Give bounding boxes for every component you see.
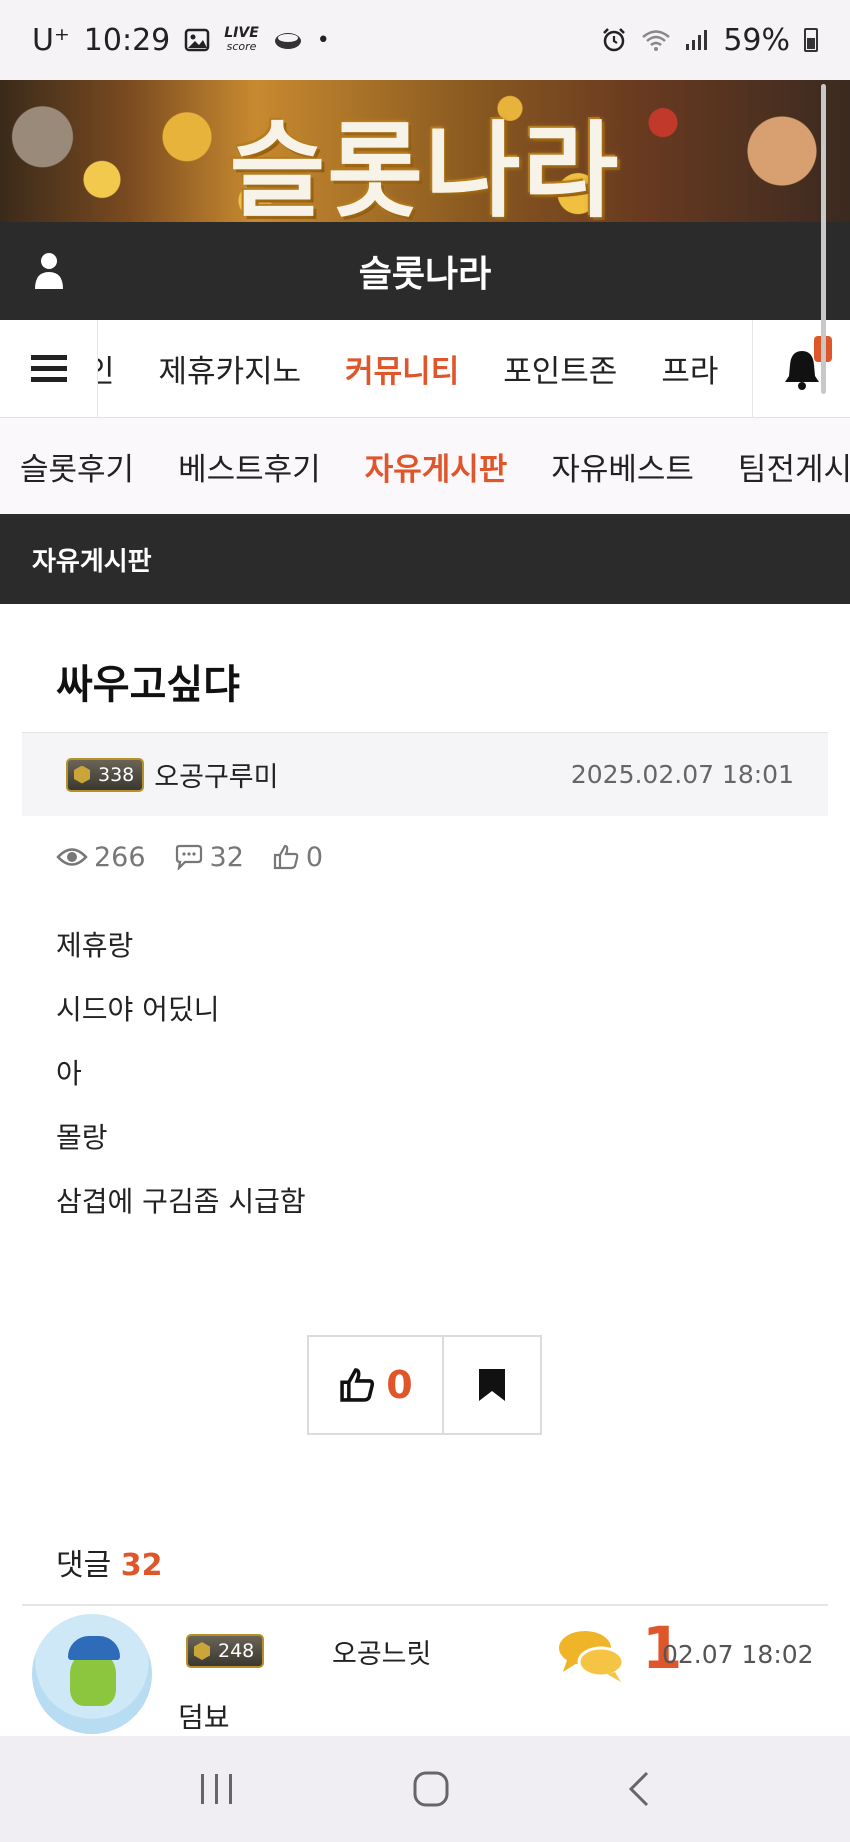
hamburger-icon — [30, 354, 67, 382]
post-body-line: 몰랑 — [56, 1121, 108, 1154]
post-body: 제휴랑 시드야 어딨니 아 몰랑 삼겹에 구김좀 시급함 — [56, 922, 306, 1242]
banner-logo: 슬롯나라 — [229, 110, 621, 222]
commenter-name[interactable]: 오공느릿 — [332, 1632, 431, 1671]
page-scrollbar[interactable] — [821, 84, 826, 394]
views-count: 266 — [94, 841, 146, 873]
comment-date: 02.07 18:02 — [662, 1640, 814, 1669]
comment-bubble-icon — [175, 844, 202, 870]
bookmark-icon — [479, 1369, 505, 1401]
notifications-button[interactable] — [752, 319, 850, 418]
bookmark-button[interactable] — [444, 1337, 540, 1433]
thumbs-up-icon — [340, 1368, 375, 1402]
post-actions: 0 — [307, 1335, 542, 1435]
notification-dot: • — [316, 27, 330, 53]
clock: 10:29 — [83, 22, 171, 58]
sub-nav-item-team-board[interactable]: 팀전게시 — [738, 444, 850, 489]
hamburger-menu-button[interactable] — [0, 319, 98, 418]
sub-nav: 슬롯후기 베스트후기 자유게시판 자유베스트 팀전게시 — [0, 418, 850, 514]
status-bar: U⁺ 10:29 LIVE score • 59% — [0, 0, 850, 80]
recent-apps-icon[interactable] — [199, 1772, 235, 1806]
user-icon[interactable] — [34, 252, 64, 290]
main-nav: 인 제휴카지노 커뮤니티 포인트존 프라 — [0, 319, 850, 418]
main-nav-item-community[interactable]: 커뮤니티 — [345, 346, 459, 391]
post-body-line: 삼겹에 구김좀 시급함 — [56, 1185, 306, 1218]
main-nav-item-partial-right[interactable]: 프라 — [661, 346, 718, 391]
like-button-count: 0 — [386, 1363, 413, 1407]
battery-icon — [804, 28, 818, 52]
main-nav-items: 인 제휴카지노 커뮤니티 포인트존 프라 — [98, 320, 752, 418]
commenter-level-badge: 248 — [186, 1634, 265, 1668]
author-name[interactable]: 오공구루미 — [154, 755, 278, 794]
post-body-line: 제휴랑 — [56, 929, 134, 962]
gallery-icon — [185, 28, 210, 52]
likes-stat: 0 — [272, 842, 323, 873]
sub-nav-item-free-board[interactable]: 자유게시판 — [365, 444, 508, 489]
post-date: 2025.02.07 18:01 — [570, 760, 794, 789]
sub-nav-item-slot-review[interactable]: 슬롯후기 — [20, 444, 134, 489]
post-author-bar: 338 오공구루미 2025.02.07 18:01 — [22, 732, 828, 816]
reply-chat-icon[interactable] — [557, 1628, 627, 1684]
post-title: 싸우고싶댜 — [56, 662, 240, 708]
like-button[interactable]: 0 — [309, 1337, 444, 1433]
carrier-label: U⁺ — [32, 22, 70, 58]
site-title[interactable]: 슬롯나라 — [359, 245, 491, 297]
comments-count: 32 — [209, 841, 244, 873]
battery-percent: 59% — [723, 22, 790, 58]
board-header: 자유게시판 — [0, 514, 850, 604]
eye-icon — [56, 848, 88, 866]
comment-text: 덤뵤 — [178, 1701, 230, 1734]
wifi-icon — [642, 30, 671, 51]
main-nav-item-point-zone[interactable]: 포인트존 — [503, 346, 617, 391]
likes-count: 0 — [305, 841, 324, 873]
site-banner[interactable]: 슬롯나라 — [0, 80, 850, 222]
main-nav-item-partner-casino[interactable]: 제휴카지노 — [159, 346, 302, 391]
comments-header: 댓글 32 — [56, 1540, 163, 1584]
livescore-icon: LIVE score — [224, 25, 259, 53]
post-stats: 266 32 0 — [22, 816, 828, 898]
comment-item: 248 오공느릿 1 02.07 18:02 덤뵤 — [22, 1606, 828, 1736]
author-level-badge: 338 — [66, 757, 145, 792]
main-nav-item-partial-left[interactable]: 인 — [98, 346, 115, 391]
back-icon[interactable] — [627, 1770, 651, 1808]
alarm-icon — [603, 28, 626, 52]
thumbs-up-icon — [273, 844, 299, 870]
comments-total: 32 — [120, 1548, 163, 1583]
system-nav-bar — [0, 1736, 850, 1842]
comments-label: 댓글 — [56, 1548, 112, 1583]
comments-stat: 32 — [174, 842, 244, 873]
cloud-app-icon — [274, 33, 301, 49]
avatar[interactable] — [32, 1614, 152, 1734]
post-body-line: 시드야 어딨니 — [56, 993, 220, 1026]
signal-icon — [686, 30, 708, 50]
site-header: 슬롯나라 — [0, 222, 850, 320]
sub-nav-item-best-review[interactable]: 베스트후기 — [178, 444, 321, 489]
board-name: 자유게시판 — [32, 546, 152, 577]
sub-nav-item-free-best[interactable]: 자유베스트 — [551, 444, 694, 489]
post-body-line: 아 — [56, 1057, 82, 1090]
views-stat: 266 — [56, 842, 146, 873]
home-icon[interactable] — [412, 1770, 450, 1808]
